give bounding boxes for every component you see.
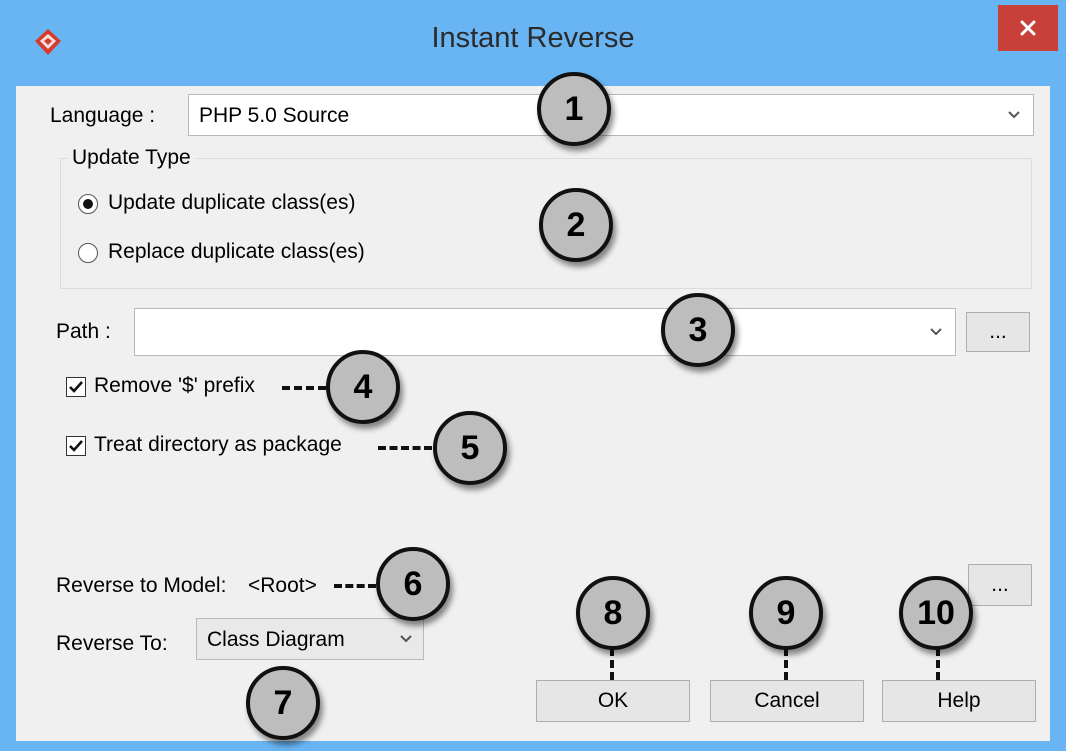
remove-prefix-label: Remove '$' prefix [94,374,255,397]
reverse-model-label: Reverse to Model: [56,574,227,597]
close-icon [1020,20,1036,36]
update-duplicate-radio[interactable] [78,194,98,214]
chevron-down-icon [391,619,421,659]
leader-line-9 [784,648,788,680]
close-button[interactable] [998,5,1058,51]
instant-reverse-window: Instant Reverse Language : PHP 5.0 Sourc… [0,0,1066,751]
remove-prefix-checkbox[interactable] [66,377,86,397]
ok-button[interactable]: OK [536,680,690,722]
callout-1: 1 [537,72,611,146]
title-bar: Instant Reverse [0,0,1066,86]
callout-9: 9 [749,576,823,650]
path-browse-button[interactable]: ... [966,312,1030,352]
treat-directory-label: Treat directory as package [94,433,342,456]
replace-duplicate-label: Replace duplicate class(es) [108,240,365,263]
callout-4: 4 [326,350,400,424]
checkmark-icon [69,381,83,393]
path-combo[interactable] [134,308,956,356]
callout-10: 10 [899,576,973,650]
help-button[interactable]: Help [882,680,1036,722]
path-label: Path : [56,320,111,343]
reverse-model-browse-button[interactable]: ... [968,564,1032,606]
leader-line-8 [610,648,614,680]
leader-line-5 [378,446,432,450]
leader-line-6 [334,584,376,588]
callout-6: 6 [376,547,450,621]
reverse-to-select[interactable]: Class Diagram [196,618,424,660]
cancel-button[interactable]: Cancel [710,680,864,722]
callout-5: 5 [433,411,507,485]
dialog-body: Language : PHP 5.0 Source Update Type Up… [16,72,1050,741]
leader-line-4 [282,386,326,390]
update-duplicate-label: Update duplicate class(es) [108,191,356,214]
language-select[interactable]: PHP 5.0 Source [188,94,1034,136]
checkmark-icon [69,440,83,452]
reverse-to-label: Reverse To: [56,632,168,655]
language-select-value: PHP 5.0 Source [199,104,350,127]
chevron-down-icon [999,95,1029,135]
radio-selected-dot [83,199,93,209]
treat-directory-checkbox[interactable] [66,436,86,456]
language-label: Language : [50,104,156,127]
leader-line-10 [936,648,940,680]
callout-3: 3 [661,293,735,367]
callout-8: 8 [576,576,650,650]
window-title: Instant Reverse [431,22,635,54]
callout-7: 7 [246,666,320,740]
update-type-title: Update Type [68,146,195,170]
replace-duplicate-radio[interactable] [78,243,98,263]
reverse-to-value: Class Diagram [207,628,345,651]
reverse-model-value: <Root> [248,574,317,597]
chevron-down-icon [921,309,951,355]
callout-2: 2 [539,188,613,262]
